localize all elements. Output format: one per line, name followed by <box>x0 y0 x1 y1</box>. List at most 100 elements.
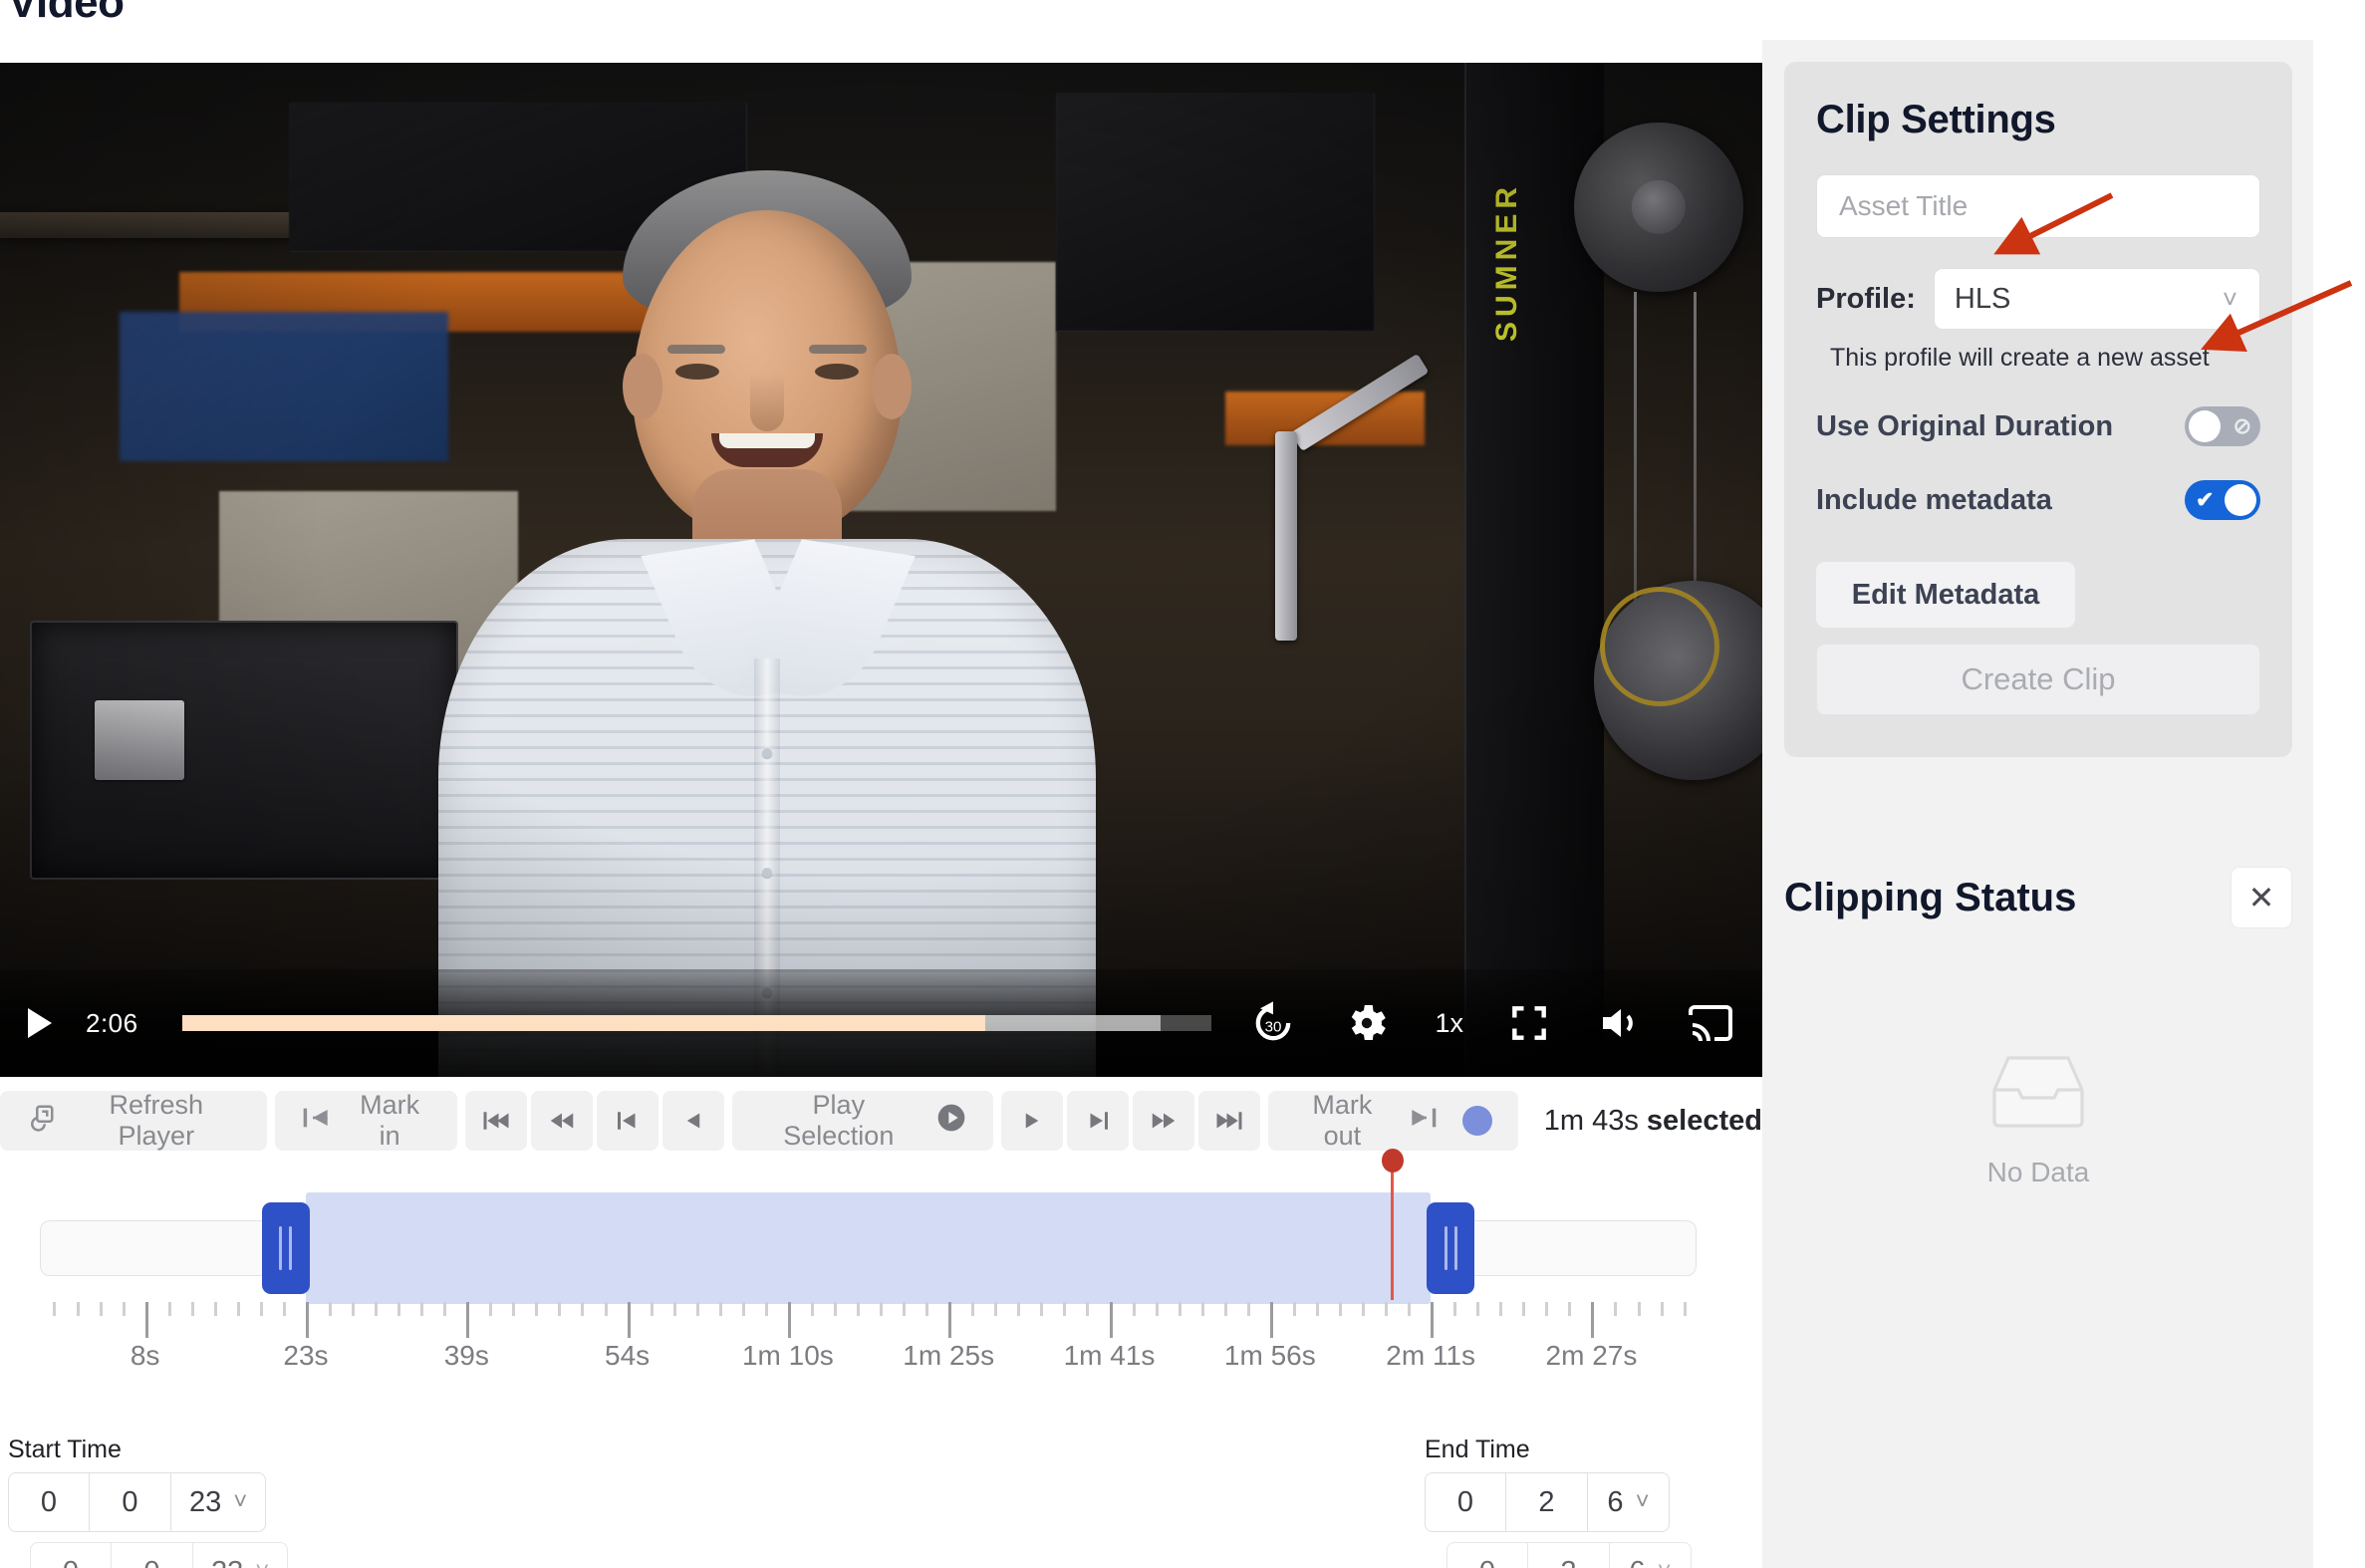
chevron-down-icon[interactable]: ˅ <box>233 1488 247 1516</box>
skip-to-start-icon[interactable] <box>464 1091 527 1151</box>
gear-icon[interactable] <box>1343 999 1391 1047</box>
timeline-tick <box>1545 1302 1549 1316</box>
timeline-tick <box>489 1302 493 1316</box>
timeline-tick-label: 1m 10s <box>741 1340 834 1371</box>
start-seconds-value: 23 <box>189 1485 222 1518</box>
timeline-tick <box>833 1302 837 1316</box>
mark-in-label: Mark in <box>360 1090 420 1151</box>
skip-to-end-icon[interactable] <box>1197 1091 1260 1151</box>
seek-track[interactable] <box>181 1015 1212 1031</box>
play-selection-label: Play Selection <box>783 1090 895 1151</box>
forward-fast-icon[interactable] <box>1132 1091 1194 1151</box>
mark-out-button[interactable]: Mark out <box>1267 1090 1518 1151</box>
volume-icon[interactable] <box>1595 999 1643 1047</box>
fullscreen-icon[interactable] <box>1507 1001 1551 1045</box>
create-clip-button[interactable]: Create Clip <box>1816 644 2260 715</box>
asset-title-input[interactable] <box>1816 174 2260 238</box>
mark-in-button[interactable]: Mark in <box>274 1090 457 1151</box>
svg-text:30: 30 <box>1265 1019 1282 1036</box>
timeline-ruler <box>40 1302 1697 1338</box>
profile-row: Profile: HLS ˅ <box>1816 268 2260 330</box>
selection-duration: 1m 43s selected <box>1544 1105 1762 1138</box>
timeline-tick <box>213 1302 217 1316</box>
chevron-down-icon[interactable]: ˅ <box>1658 1558 1672 1568</box>
clipping-status-header: Clipping Status ✕ <box>1784 867 2292 928</box>
use-original-duration-label: Use Original Duration <box>1816 409 2114 442</box>
timeline-handle-in[interactable] <box>261 1202 310 1294</box>
start-seconds-field[interactable]: 23 ˅ <box>171 1472 267 1532</box>
end-time-secondary[interactable]: 0 2 6 ˅ <box>1446 1542 1692 1568</box>
timeline-tick <box>259 1302 263 1316</box>
timeline-tick <box>1338 1302 1342 1316</box>
timeline-tick <box>741 1302 745 1316</box>
chevron-down-icon[interactable]: ˅ <box>255 1558 269 1568</box>
start-minutes-field-2[interactable]: 0 <box>112 1542 193 1568</box>
use-original-duration-toggle[interactable]: ⊘ <box>2185 406 2260 446</box>
timeline-tick <box>857 1302 861 1316</box>
timeline-tick-major <box>627 1302 631 1338</box>
end-seconds-value: 6 <box>1607 1485 1624 1518</box>
timeline-tick-label: 8s <box>130 1340 160 1371</box>
start-minutes-field[interactable]: 0 <box>90 1472 171 1532</box>
inbox-empty-icon <box>1978 1046 2098 1143</box>
include-metadata-toggle[interactable]: ✔ <box>2185 480 2260 520</box>
timeline-tick-major <box>787 1302 791 1338</box>
next-frame-icon[interactable] <box>1066 1091 1129 1151</box>
start-time-secondary[interactable]: 0 0 23 ˅ <box>30 1542 289 1568</box>
timeline-tick <box>329 1302 332 1316</box>
timeline-tick <box>397 1302 401 1316</box>
timeline-tick-label: 1m 56s <box>1223 1340 1316 1371</box>
end-hours-field[interactable]: 0 <box>1425 1472 1506 1532</box>
profile-value: HLS <box>1954 282 2011 315</box>
timeline-tick <box>1200 1302 1204 1316</box>
start-seconds-field-2[interactable]: 23 ˅ <box>193 1542 289 1568</box>
timeline-tick <box>1040 1302 1044 1316</box>
end-hours-field-2[interactable]: 0 <box>1446 1542 1528 1568</box>
refresh-player-button[interactable]: Refresh Player <box>0 1090 267 1151</box>
timeline-tick <box>604 1302 608 1316</box>
profile-select[interactable]: HLS ˅ <box>1933 268 2260 330</box>
settings-sidebar: Clip Settings Profile: HLS ˅ This profil… <box>1762 40 2339 1568</box>
timeline-tick <box>1476 1302 1480 1316</box>
timeline-tick <box>925 1302 929 1316</box>
seek-bar[interactable] <box>181 1015 1212 1031</box>
start-hours-field-2[interactable]: 0 <box>30 1542 112 1568</box>
rewind-fast-icon[interactable] <box>530 1091 593 1151</box>
step-forward-icon[interactable] <box>1000 1091 1063 1151</box>
refresh-icon <box>26 1103 56 1140</box>
end-seconds-field[interactable]: 6 ˅ <box>1588 1472 1670 1532</box>
end-time-primary[interactable]: 0 2 6 ˅ <box>1425 1472 1670 1532</box>
timeline-tick <box>1246 1302 1250 1316</box>
end-minutes-field[interactable]: 2 <box>1506 1472 1588 1532</box>
close-icon[interactable]: ✕ <box>2231 867 2292 928</box>
end-seconds-value-2: 6 <box>1629 1556 1645 1568</box>
start-time-primary[interactable]: 0 0 23 ˅ <box>8 1472 267 1532</box>
step-back-icon[interactable] <box>661 1091 724 1151</box>
end-minutes-field-2[interactable]: 2 <box>1528 1542 1610 1568</box>
edit-metadata-button[interactable]: Edit Metadata <box>1816 562 2075 628</box>
playback-speed[interactable]: 1x <box>1435 1008 1463 1039</box>
timeline-tick-labels: 8s 23s 39s 54s 1m 10s 1m 25s 1m 41s 1m 56s 2m 11… <box>0 1340 1762 1380</box>
play-selection-button[interactable]: Play Selection <box>731 1090 993 1151</box>
mark-out-icon <box>1407 1105 1439 1138</box>
end-seconds-field-2[interactable]: 6 ˅ <box>1610 1542 1692 1568</box>
timeline-tick <box>352 1302 356 1316</box>
profile-label: Profile: <box>1816 282 1916 315</box>
timeline-selection-range[interactable] <box>305 1192 1432 1304</box>
video-player[interactable]: SUMNER <box>0 63 1762 1077</box>
cast-icon[interactable] <box>1687 999 1734 1047</box>
start-hours-field[interactable]: 0 <box>8 1472 90 1532</box>
timeline-playhead[interactable] <box>1391 1165 1395 1300</box>
rewind-30-icon[interactable]: 30 <box>1247 997 1299 1049</box>
timeline-tick <box>1660 1302 1664 1316</box>
play-icon[interactable] <box>28 1008 52 1038</box>
current-time-label: 2:06 <box>86 1007 138 1038</box>
scroll-rail[interactable] <box>2313 40 2339 1568</box>
timeline[interactable]: 8s 23s 39s 54s 1m 10s 1m 25s 1m 41s 1m 56s 2m 11… <box>0 1165 1762 1371</box>
chevron-down-icon[interactable]: ˅ <box>1636 1488 1650 1516</box>
timeline-tick <box>1637 1302 1641 1316</box>
profile-hint: This profile will create a new asset <box>1830 344 2210 372</box>
timeline-tick-label: 2m 11s <box>1386 1340 1476 1371</box>
previous-frame-icon[interactable] <box>596 1091 658 1151</box>
timeline-handle-out[interactable] <box>1427 1202 1475 1294</box>
